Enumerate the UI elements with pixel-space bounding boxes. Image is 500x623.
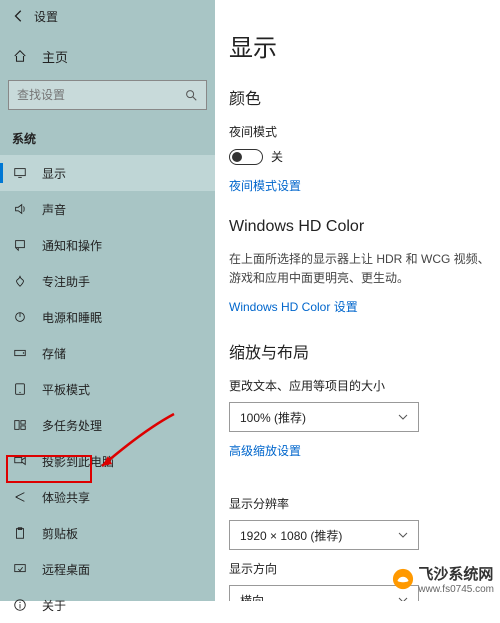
sidebar-item-project[interactable]: 投影到此电脑 xyxy=(0,443,215,479)
search-icon xyxy=(184,88,198,102)
section-scale: 缩放与布局 xyxy=(229,339,500,363)
sidebar-item-label: 远程桌面 xyxy=(42,561,90,578)
multitask-icon xyxy=(12,418,28,432)
page-title: 显示 xyxy=(229,28,500,63)
chevron-down-icon xyxy=(398,595,408,601)
notification-icon xyxy=(12,238,28,252)
sidebar-item-label: 通知和操作 xyxy=(42,237,102,254)
night-mode-settings-link[interactable]: 夜间模式设置 xyxy=(229,177,301,194)
scale-label: 更改文本、应用等项目的大小 xyxy=(229,377,500,394)
sidebar-item-sound[interactable]: 声音 xyxy=(0,191,215,227)
sidebar-item-remote[interactable]: 远程桌面 xyxy=(0,551,215,587)
sound-icon xyxy=(12,202,28,216)
back-icon[interactable] xyxy=(12,9,26,23)
night-mode-state: 关 xyxy=(271,148,283,165)
project-icon xyxy=(12,454,28,468)
sidebar-item-label: 剪贴板 xyxy=(42,525,78,542)
sidebar-item-label: 体验共享 xyxy=(42,489,90,506)
resolution-dropdown[interactable]: 1920 × 1080 (推荐) xyxy=(229,520,419,550)
about-icon xyxy=(12,598,28,612)
orientation-dropdown[interactable]: 横向 xyxy=(229,585,419,601)
orientation-value: 横向 xyxy=(240,592,264,601)
night-mode-label: 夜间模式 xyxy=(229,123,500,140)
clipboard-icon xyxy=(12,526,28,540)
hdcolor-description: 在上面所选择的显示器上让 HDR 和 WCG 视频、游戏和应用中面更明亮、更生动… xyxy=(229,250,500,288)
sidebar-item-label: 多任务处理 xyxy=(42,417,102,434)
storage-icon xyxy=(12,346,28,360)
sidebar-item-storage[interactable]: 存储 xyxy=(0,335,215,371)
sidebar-item-clipboard[interactable]: 剪贴板 xyxy=(0,515,215,551)
display-icon xyxy=(12,166,28,180)
power-icon xyxy=(12,310,28,324)
sidebar-item-tablet[interactable]: 平板模式 xyxy=(0,371,215,407)
home-button[interactable]: 主页 xyxy=(0,38,215,74)
watermark-url: www.fs0745.com xyxy=(418,584,494,595)
sidebar-item-label: 投影到此电脑 xyxy=(42,453,114,470)
search-box[interactable] xyxy=(8,80,207,110)
watermark: 飞沙系统网 www.fs0745.com xyxy=(392,563,494,595)
focus-icon xyxy=(12,274,28,288)
hdcolor-settings-link[interactable]: Windows HD Color 设置 xyxy=(229,298,358,315)
tablet-icon xyxy=(12,382,28,396)
sidebar-item-label: 专注助手 xyxy=(42,273,90,290)
watermark-brand: 飞沙系统网 xyxy=(418,563,494,584)
search-input[interactable] xyxy=(17,88,184,102)
night-mode-toggle[interactable] xyxy=(229,149,263,165)
sidebar-item-power[interactable]: 电源和睡眠 xyxy=(0,299,215,335)
sidebar-item-multitask[interactable]: 多任务处理 xyxy=(0,407,215,443)
resolution-value: 1920 × 1080 (推荐) xyxy=(240,527,342,544)
section-color: 颜色 xyxy=(229,85,500,109)
sidebar-item-share[interactable]: 体验共享 xyxy=(0,479,215,515)
scale-dropdown[interactable]: 100% (推荐) xyxy=(229,402,419,432)
sidebar-item-about[interactable]: 关于 xyxy=(0,587,215,623)
section-hdcolor: Windows HD Color xyxy=(229,218,500,236)
scale-value: 100% (推荐) xyxy=(240,409,306,426)
section-system: 系统 xyxy=(0,116,215,155)
chevron-down-icon xyxy=(398,412,408,422)
sidebar-item-label: 关于 xyxy=(42,597,66,614)
watermark-logo-icon xyxy=(392,568,414,590)
window-title-bar: 设置 xyxy=(0,4,215,28)
sidebar-item-display[interactable]: 显示 xyxy=(0,155,215,191)
sidebar-item-label: 显示 xyxy=(42,165,66,182)
window-title: 设置 xyxy=(34,8,58,25)
sidebar-item-label: 存储 xyxy=(42,345,66,362)
chevron-down-icon xyxy=(398,530,408,540)
sidebar-item-label: 声音 xyxy=(42,201,66,218)
sidebar-item-notifications[interactable]: 通知和操作 xyxy=(0,227,215,263)
remote-icon xyxy=(12,562,28,576)
resolution-label: 显示分辨率 xyxy=(229,495,500,512)
advanced-scale-link[interactable]: 高级缩放设置 xyxy=(229,442,301,459)
sidebar-item-label: 平板模式 xyxy=(42,381,90,398)
home-icon xyxy=(12,49,28,63)
share-icon xyxy=(12,490,28,504)
home-label: 主页 xyxy=(42,47,68,66)
sidebar-item-label: 电源和睡眠 xyxy=(42,309,102,326)
sidebar-item-focus[interactable]: 专注助手 xyxy=(0,263,215,299)
